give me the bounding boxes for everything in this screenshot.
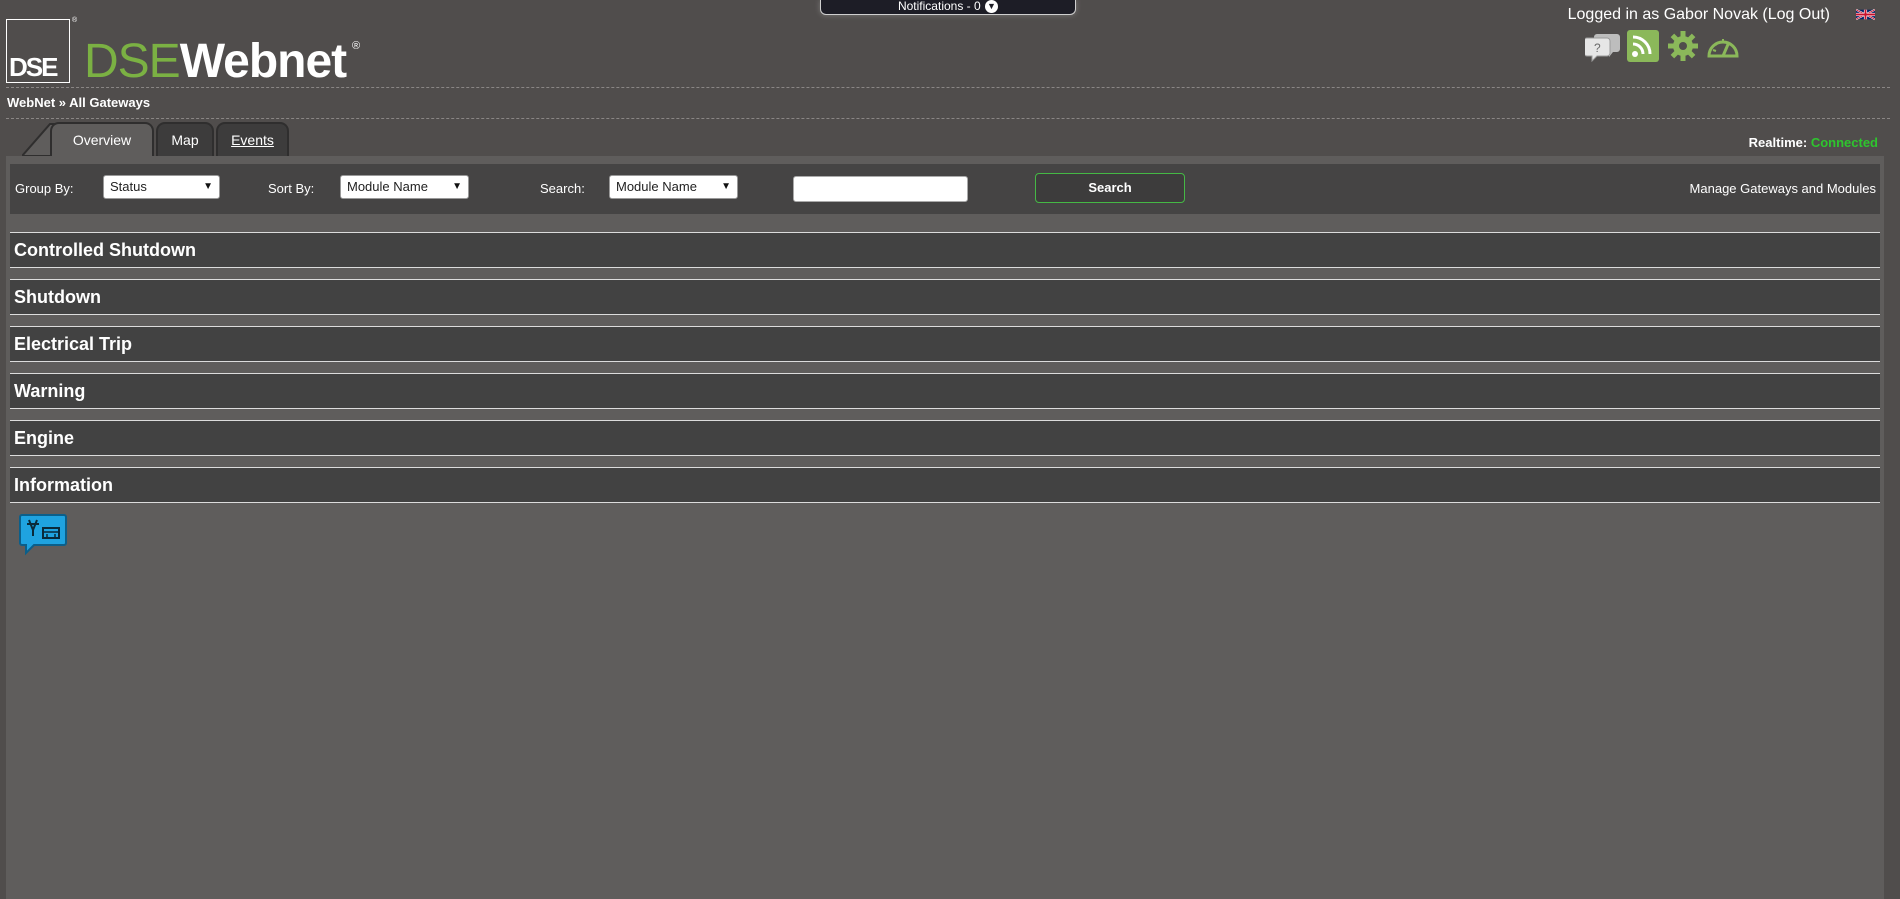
search-input[interactable] (793, 176, 968, 202)
sort-by-select[interactable]: Module Name ▼ (340, 175, 469, 199)
breadcrumb[interactable]: WebNet » All Gateways (7, 95, 150, 110)
tab-overview[interactable]: Overview (50, 122, 154, 156)
search-field-select[interactable]: Module Name ▼ (609, 175, 738, 199)
tab-map[interactable]: Map (156, 122, 214, 156)
search-button[interactable]: Search (1035, 173, 1185, 203)
realtime-label: Realtime: (1748, 135, 1808, 150)
main-panel: Group By: Status ▼ Sort By: Module Name … (6, 156, 1884, 899)
logo-brand-bold: Webnet (179, 35, 347, 88)
logo-box-text: DSE (9, 52, 58, 82)
dropdown-arrow-icon: ▼ (721, 181, 731, 192)
webnet-logo: DSEWebnet (84, 35, 347, 88)
group-by-select[interactable]: Status ▼ (103, 175, 220, 199)
logo-brand-light: DSE (84, 35, 181, 88)
uk-flag-icon[interactable] (1856, 8, 1875, 21)
notifications-dropdown[interactable]: Notifications - 0 ▼ (820, 0, 1076, 15)
gateway-generator-icon[interactable] (19, 512, 67, 556)
logo-registered-mark: ® (72, 17, 78, 24)
group-information[interactable]: Information (10, 467, 1880, 503)
header-divider (6, 87, 1890, 88)
dashboard-gauge-icon[interactable] (1705, 30, 1741, 62)
help-chat-icon[interactable]: ? (1585, 30, 1621, 62)
sort-by-value: Module Name (347, 179, 428, 194)
dropdown-arrow-icon: ▼ (452, 181, 462, 192)
group-controlled-shutdown[interactable]: Controlled Shutdown (10, 232, 1880, 268)
svg-text:?: ? (1594, 41, 1601, 55)
notifications-label: Notifications - 0 (897, 0, 981, 13)
chevron-down-icon: ▼ (985, 0, 999, 14)
logged-in-user[interactable]: Logged in as Gabor Novak (Log Out) (1568, 6, 1830, 24)
group-by-value: Status (110, 179, 147, 194)
dropdown-arrow-icon: ▼ (203, 181, 213, 192)
breadcrumb-divider (6, 118, 1890, 119)
settings-gear-icon[interactable] (1665, 30, 1701, 62)
group-shutdown[interactable]: Shutdown (10, 279, 1880, 315)
realtime-connected: Connected (1810, 135, 1878, 150)
filter-bar: Group By: Status ▼ Sort By: Module Name … (10, 164, 1880, 214)
group-by-label: Group By: (15, 181, 74, 196)
sort-by-label: Sort By: (268, 181, 315, 196)
rss-icon[interactable] (1625, 30, 1661, 62)
search-label: Search: (540, 181, 585, 196)
search-field-value: Module Name (616, 179, 697, 194)
dse-logo-box: DSE (6, 19, 70, 83)
group-warning[interactable]: Warning (10, 373, 1880, 409)
group-engine[interactable]: Engine (10, 420, 1880, 456)
realtime-status: Realtime: Connected (1749, 135, 1878, 150)
group-electrical-trip[interactable]: Electrical Trip (10, 326, 1880, 362)
manage-gateways-link[interactable]: Manage Gateways and Modules (1690, 181, 1876, 196)
logo-registered-mark-2: ® (352, 40, 361, 52)
tab-events[interactable]: Events (216, 122, 289, 156)
